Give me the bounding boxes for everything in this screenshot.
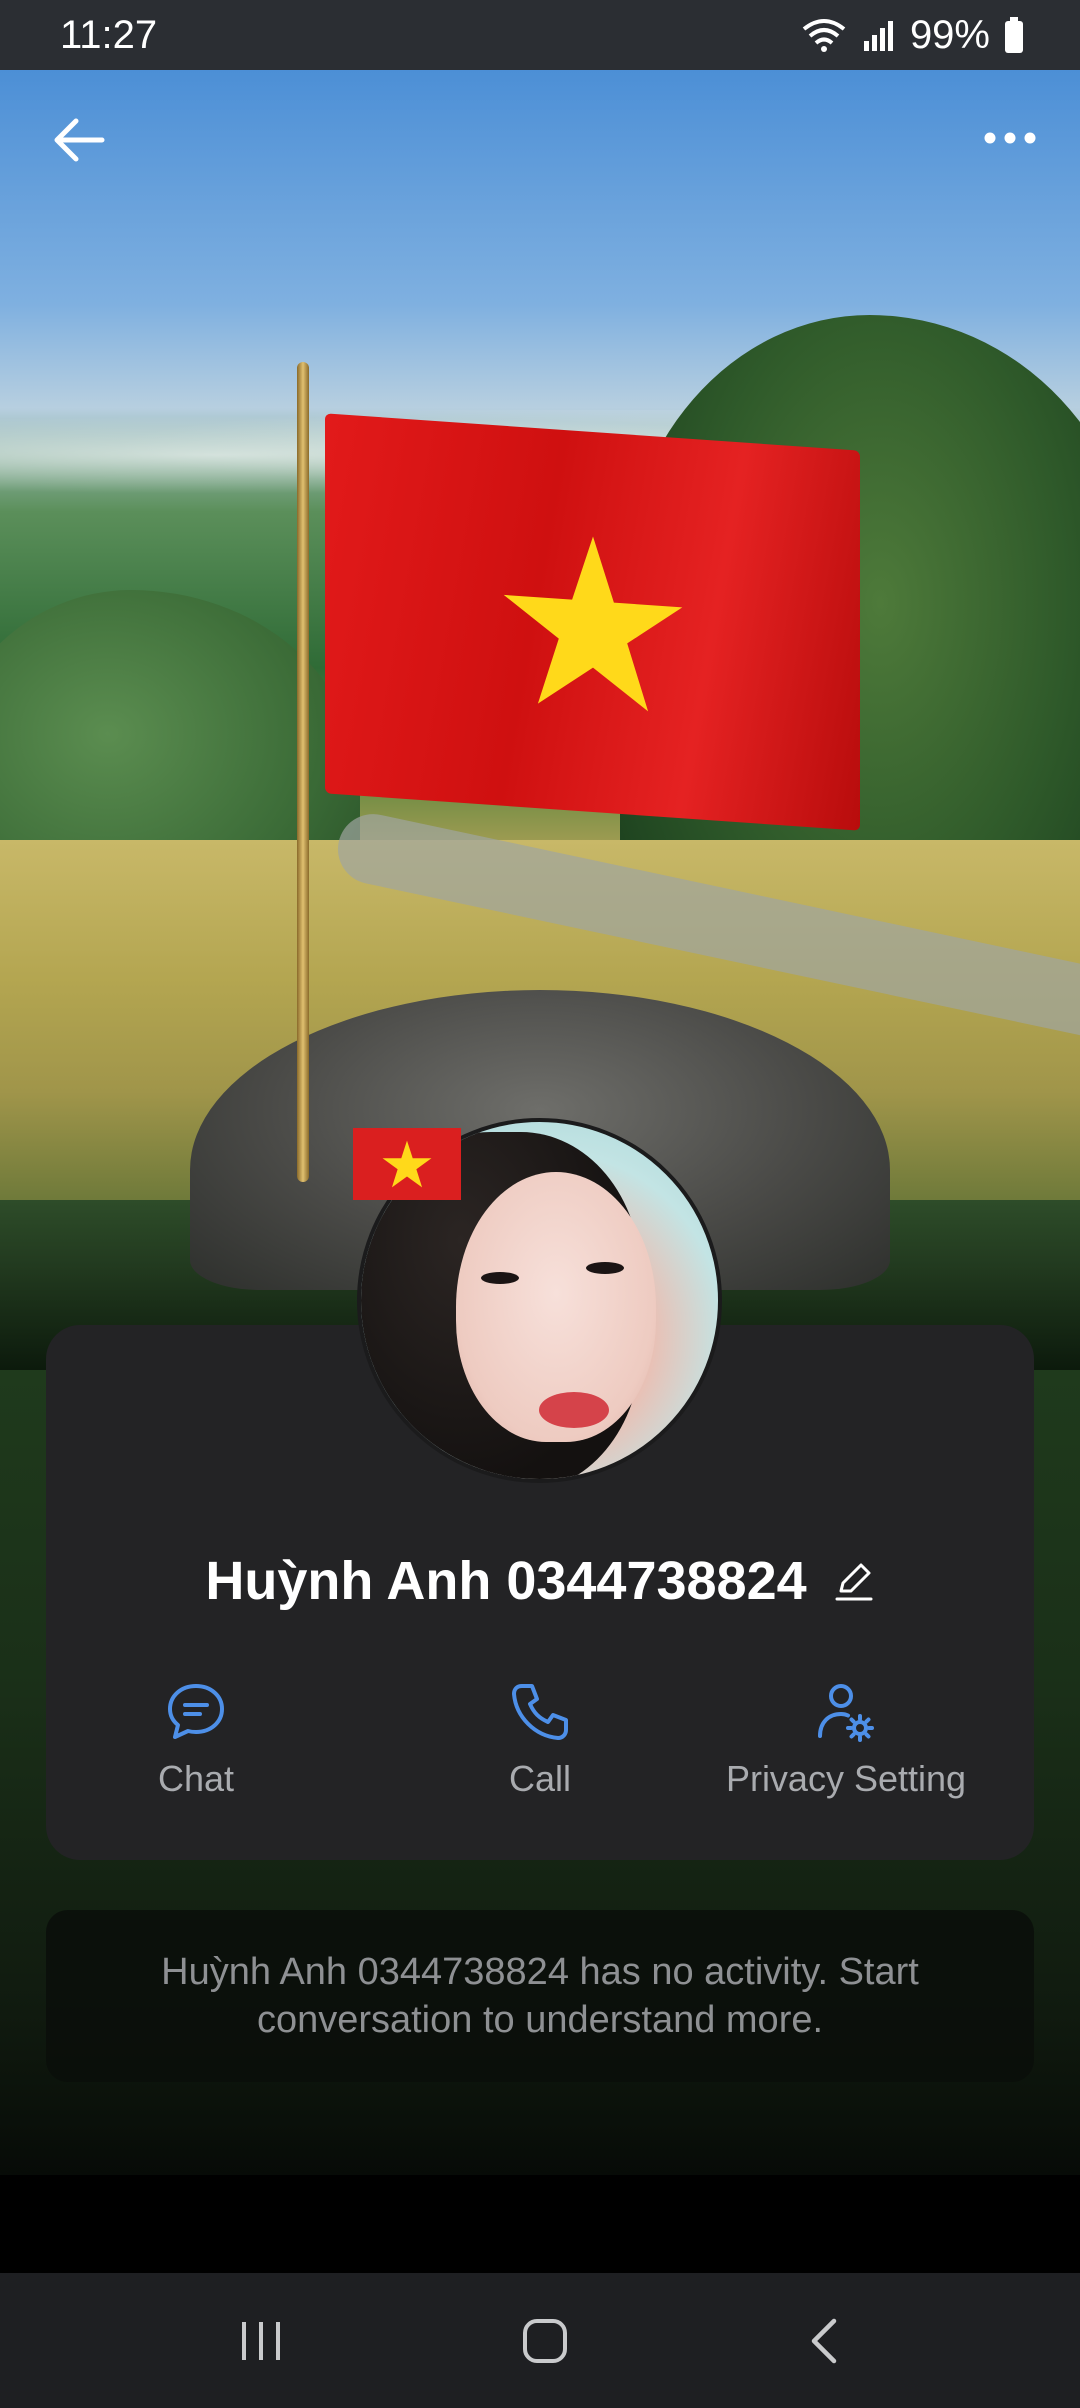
activity-message: Huỳnh Anh 0344738824 has no activity. St… bbox=[161, 1951, 919, 2041]
signal-icon bbox=[862, 19, 896, 51]
user-gear-icon bbox=[818, 1684, 874, 1742]
chat-bubble-icon bbox=[168, 1684, 224, 1739]
status-time: 11:27 bbox=[60, 12, 158, 57]
more-dots-icon bbox=[984, 132, 1036, 144]
phone-icon bbox=[512, 1684, 568, 1740]
vietnam-flag-badge bbox=[353, 1128, 461, 1200]
back-arrow-icon bbox=[54, 118, 105, 162]
avatar-lips bbox=[539, 1392, 609, 1428]
chat-button[interactable]: Chat bbox=[46, 1680, 346, 1800]
recents-button[interactable] bbox=[236, 2318, 286, 2364]
profile-name: Huỳnh Anh 0344738824 bbox=[205, 1551, 807, 1611]
vietnam-flag bbox=[325, 413, 860, 831]
battery-percent: 99% bbox=[909, 12, 990, 57]
spacer bbox=[0, 2175, 1080, 2273]
battery-icon bbox=[1004, 17, 1024, 53]
action-buttons: Chat Call Privacy Setting bbox=[46, 1680, 1034, 1810]
chat-label: Chat bbox=[157, 1758, 235, 1799]
system-nav-bar bbox=[0, 2273, 1080, 2408]
pencil-icon[interactable] bbox=[831, 1559, 875, 1603]
privacy-setting-label: Privacy Setting bbox=[725, 1758, 967, 1799]
back-button[interactable] bbox=[50, 115, 110, 165]
avatar-eye-right bbox=[586, 1262, 624, 1274]
status-indicators: 99% bbox=[800, 13, 1024, 58]
call-label: Call bbox=[508, 1758, 571, 1799]
status-bar: 11:27 99% bbox=[0, 0, 1080, 70]
back-nav-button[interactable] bbox=[804, 2315, 844, 2367]
chevron-left-icon bbox=[811, 2318, 836, 2363]
profile-name-row: Huỳnh Anh 0344738824 bbox=[46, 1550, 1034, 1612]
call-button[interactable]: Call bbox=[390, 1680, 690, 1800]
star-icon bbox=[382, 1140, 432, 1188]
star-icon bbox=[503, 536, 682, 712]
activity-card: Huỳnh Anh 0344738824 has no activity. St… bbox=[46, 1910, 1034, 2082]
home-icon bbox=[522, 2318, 567, 2363]
avatar-eye-left bbox=[481, 1272, 519, 1284]
more-button[interactable] bbox=[980, 118, 1040, 158]
home-button[interactable] bbox=[519, 2315, 571, 2367]
recents-icon bbox=[242, 2321, 281, 2360]
flagpole bbox=[297, 362, 309, 1182]
privacy-setting-button[interactable]: Privacy Setting bbox=[696, 1680, 996, 1800]
wifi-icon bbox=[800, 17, 848, 53]
